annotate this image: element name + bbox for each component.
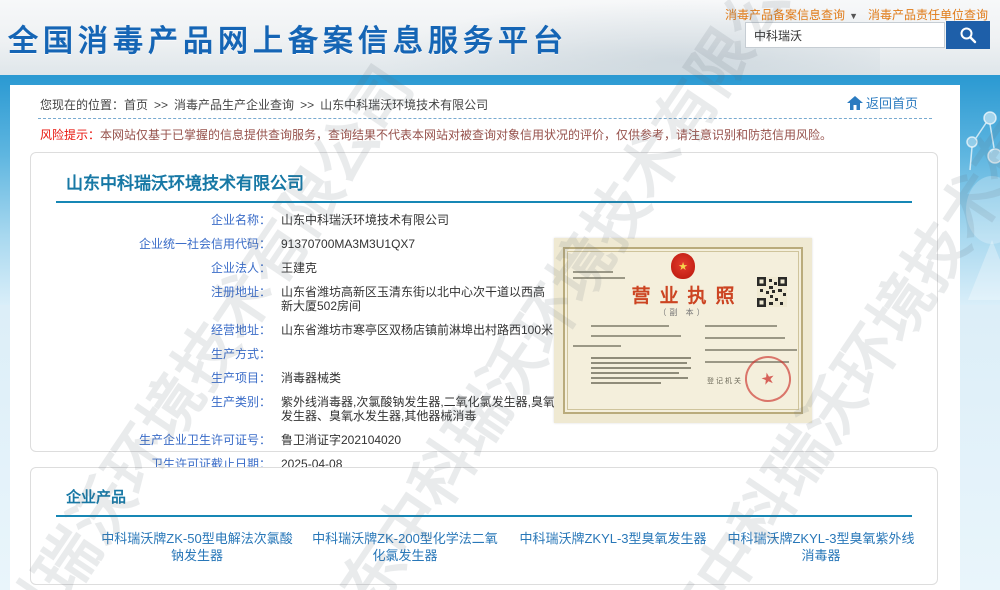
license-fineprint bbox=[573, 271, 613, 273]
license-fineprint bbox=[591, 362, 687, 364]
field-value: 王建克 bbox=[281, 261, 556, 275]
record-info-query-link[interactable]: 消毒产品备案信息查询 bbox=[725, 8, 845, 22]
field-label: 生产类别： bbox=[56, 395, 271, 423]
license-fineprint bbox=[591, 325, 669, 327]
field-row: 企业法人： 王建克 bbox=[56, 261, 556, 275]
field-value: 山东省潍坊高新区玉清东街以北中心次干道以西高新大厦502房间 bbox=[281, 285, 556, 313]
field-row: 企业名称： 山东中科瑞沃环境技术有限公司 bbox=[56, 213, 556, 227]
license-fineprint bbox=[591, 372, 679, 374]
product-link[interactable]: 中科瑞沃牌ZK-200型化学法二氧化氯发生器 bbox=[309, 530, 501, 564]
license-fineprint bbox=[591, 335, 681, 337]
field-label: 注册地址： bbox=[56, 285, 271, 313]
field-value: 91370700MA3M3U1QX7 bbox=[281, 237, 556, 251]
national-emblem-icon: ★ bbox=[671, 253, 695, 279]
company-title: 山东中科瑞沃环境技术有限公司 bbox=[66, 169, 304, 194]
field-row: 企业统一社会信用代码： 91370700MA3M3U1QX7 bbox=[56, 237, 556, 251]
field-value: 鲁卫消证字202104020 bbox=[281, 433, 556, 447]
back-home-label: 返回首页 bbox=[866, 93, 918, 112]
section-divider bbox=[56, 201, 912, 203]
breadcrumb-link[interactable]: 首页 bbox=[124, 98, 148, 112]
products-title: 企业产品 bbox=[66, 486, 126, 507]
field-row: 生产项目： 消毒器械类 bbox=[56, 371, 556, 385]
unit-query-link[interactable]: 消毒产品责任单位查询 bbox=[868, 8, 988, 22]
field-label: 生产企业卫生许可证号： bbox=[56, 433, 271, 447]
magnifier-icon bbox=[959, 26, 977, 44]
field-value bbox=[281, 347, 556, 361]
product-link[interactable]: 中科瑞沃牌ZK-50型电解法次氯酸钠发生器 bbox=[101, 530, 293, 564]
license-fineprint bbox=[705, 337, 785, 339]
field-row: 生产企业卫生许可证号： 鲁卫消证字202104020 bbox=[56, 433, 556, 447]
red-seal-icon: ★ bbox=[741, 352, 796, 407]
license-subtitle: （副 本） bbox=[565, 307, 801, 318]
breadcrumb: 您现在的位置：首页 >> 消毒产品生产企业查询 >> 山东中科瑞沃环境技术有限公司 bbox=[40, 96, 488, 113]
product-link[interactable]: 中科瑞沃牌ZKYL-3型臭氧紫外线消毒器 bbox=[725, 530, 917, 564]
dashed-divider bbox=[38, 118, 932, 119]
license-border: ★ 营业执照 （副 本） bbox=[563, 247, 803, 414]
field-value: 山东省潍坊市寒亭区双杨店镇前淋埠出村路西100米 bbox=[281, 323, 556, 337]
risk-notice: 风险提示：本网站仅基于已掌握的信息提供查询服务，查询结果不代表本网站对被查询对象… bbox=[40, 126, 832, 143]
risk-notice-text: 本网站仅基于已掌握的信息提供查询服务，查询结果不代表本网站对被查询对象信用状况的… bbox=[100, 128, 832, 142]
field-label: 企业名称： bbox=[56, 213, 271, 227]
back-home-link[interactable]: 返回首页 bbox=[847, 93, 918, 112]
license-fineprint bbox=[705, 349, 797, 351]
section-divider bbox=[56, 515, 912, 517]
main-panel: 您现在的位置：首页 >> 消毒产品生产企业查询 >> 山东中科瑞沃环境技术有限公司 返回… bbox=[10, 85, 960, 590]
risk-notice-label: 风险提示： bbox=[40, 128, 100, 142]
license-fineprint bbox=[573, 277, 625, 279]
field-label: 生产方式： bbox=[56, 347, 271, 361]
field-row: 生产方式： bbox=[56, 347, 556, 361]
company-fields: 企业名称： 山东中科瑞沃环境技术有限公司企业统一社会信用代码： 91370700MA… bbox=[56, 213, 556, 481]
field-label: 生产项目： bbox=[56, 371, 271, 385]
field-value: 紫外线消毒器,次氯酸钠发生器,二氧化氯发生器,臭氧发生器、臭氧水发生器,其他器械… bbox=[281, 395, 556, 423]
license-fineprint bbox=[591, 367, 691, 369]
company-info-card: 山东中科瑞沃环境技术有限公司 企业名称：山东中科瑞沃环境技术有限公司企业统一社会… bbox=[30, 152, 938, 452]
business-license-image: ★ 营业执照 （副 本） bbox=[554, 238, 812, 423]
breadcrumb-separator: >> bbox=[300, 98, 314, 112]
search-bar bbox=[745, 21, 990, 49]
field-label: 企业法人： bbox=[56, 261, 271, 275]
license-fineprint bbox=[591, 382, 661, 384]
product-list: 中科瑞沃牌ZK-50型电解法次氯酸钠发生器中科瑞沃牌ZK-200型化学法二氧化氯… bbox=[101, 530, 917, 564]
breadcrumb-prefix: 您现在的位置： bbox=[40, 98, 124, 112]
breadcrumb-current: 山东中科瑞沃环境技术有限公司 bbox=[320, 98, 488, 112]
breadcrumb-link[interactable]: 消毒产品生产企业查询 bbox=[174, 98, 294, 112]
breadcrumb-separator: >> bbox=[154, 98, 168, 112]
field-value: 山东中科瑞沃环境技术有限公司 bbox=[281, 213, 556, 227]
license-fineprint bbox=[591, 357, 691, 359]
product-link[interactable]: 中科瑞沃牌ZKYL-3型臭氧发生器 bbox=[517, 530, 709, 564]
field-row: 生产类别： 紫外线消毒器,次氯酸钠发生器,二氧化氯发生器,臭氧发生器、臭氧水发生器… bbox=[56, 395, 556, 423]
search-button[interactable] bbox=[946, 21, 990, 49]
license-issuer-label: 登记机关 bbox=[707, 376, 743, 386]
site-title: 全国消毒产品网上备案信息服务平台 bbox=[8, 16, 568, 60]
field-row: 经营地址： 山东省潍坊市寒亭区双杨店镇前淋埠出村路西100米 bbox=[56, 323, 556, 337]
home-icon bbox=[847, 96, 863, 110]
qr-code bbox=[757, 277, 787, 307]
license-fineprint bbox=[573, 345, 621, 347]
field-label: 企业统一社会信用代码： bbox=[56, 237, 271, 251]
search-input[interactable] bbox=[745, 22, 945, 48]
field-value: 消毒器械类 bbox=[281, 371, 556, 385]
field-label: 经营地址： bbox=[56, 323, 271, 337]
license-fineprint bbox=[591, 377, 688, 379]
chevron-down-icon: ▼ bbox=[849, 11, 858, 21]
products-card: 企业产品 中科瑞沃牌ZK-50型电解法次氯酸钠发生器中科瑞沃牌ZK-200型化学… bbox=[30, 467, 938, 585]
molecule-decoration-graphic bbox=[958, 90, 1000, 300]
license-fineprint bbox=[705, 325, 777, 327]
field-row: 注册地址： 山东省潍坊高新区玉清东街以北中心次干道以西高新大厦502房间 bbox=[56, 285, 556, 313]
